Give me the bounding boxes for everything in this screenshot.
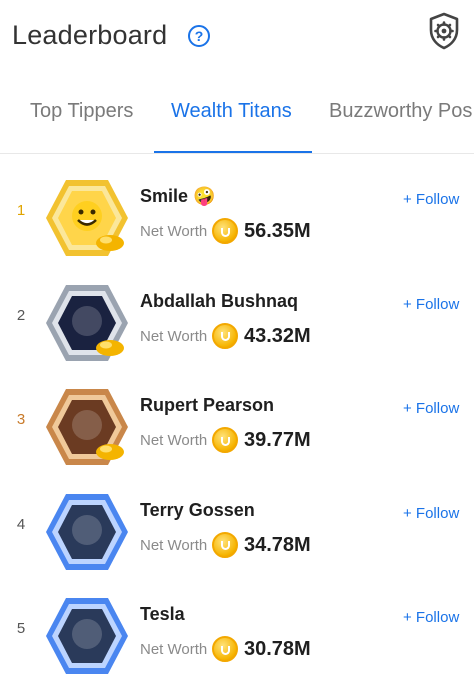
shield-gear-icon[interactable] <box>428 12 460 50</box>
leaderboard-row[interactable]: 5 Tesla Net Worth 30.78M + Follow <box>0 573 474 677</box>
net-worth-label: Net Worth <box>140 432 208 449</box>
follow-button[interactable]: + Follow <box>403 505 459 522</box>
net-worth-value: 34.78M <box>244 533 311 556</box>
leaderboard-row[interactable]: 3 Rupert Pearson Net Worth 39.77M + Foll… <box>0 364 474 468</box>
tab-buzzworthy-posts[interactable]: Buzzworthy Pos <box>329 100 472 123</box>
net-worth-value: 43.32M <box>244 324 311 347</box>
leaderboard-row[interactable]: 4 Terry Gossen Net Worth 34.78M + Follow <box>0 469 474 573</box>
question-circle-icon[interactable]: ? <box>188 25 210 47</box>
avatar[interactable] <box>44 595 130 677</box>
user-name[interactable]: Tesla <box>140 604 185 625</box>
avatar[interactable] <box>44 282 130 364</box>
coin-icon <box>212 218 238 244</box>
net-worth-value: 39.77M <box>244 429 311 451</box>
net-worth-label: Net Worth <box>140 223 208 240</box>
rank-number: 5 <box>16 620 26 637</box>
avatar[interactable] <box>44 386 130 468</box>
coin-icon <box>212 636 238 662</box>
coin-icon <box>212 531 238 558</box>
leaderboard-row[interactable]: 2 Abdallah Bushnaq Net Worth 43.32M + Fo… <box>0 260 474 364</box>
page-title: Leaderboard <box>12 20 168 50</box>
follow-button[interactable]: + Follow <box>403 609 459 626</box>
tab-bar: Top Tippers Wealth Titans Buzzworthy Pos <box>0 78 474 154</box>
user-name[interactable]: Smile 🤪 <box>140 186 215 207</box>
net-worth-value: 56.35M <box>244 220 311 242</box>
avatar[interactable] <box>44 491 130 573</box>
coin-icon <box>212 427 238 453</box>
net-worth-label: Net Worth <box>140 327 208 345</box>
active-tab-indicator <box>154 151 312 153</box>
rank-number: 4 <box>16 515 26 533</box>
leaderboard-row[interactable]: 1 Smile 🤪 Net Worth 56.35M + Follow <box>0 155 474 259</box>
rank-number: 2 <box>16 306 26 324</box>
app-header: Leaderboard ? <box>0 0 474 78</box>
tab-wealth-titans[interactable]: Wealth Titans <box>171 100 292 123</box>
follow-button[interactable]: + Follow <box>403 296 459 313</box>
follow-button[interactable]: + Follow <box>403 191 459 208</box>
tab-top-tippers[interactable]: Top Tippers <box>30 100 133 123</box>
user-name[interactable]: Rupert Pearson <box>140 395 274 416</box>
net-worth-label: Net Worth <box>140 536 208 554</box>
coin-icon <box>212 322 238 349</box>
user-name[interactable]: Terry Gossen <box>140 500 255 521</box>
user-name[interactable]: Abdallah Bushnaq <box>140 291 298 312</box>
net-worth-label: Net Worth <box>140 641 208 658</box>
rank-number: 1 <box>16 202 26 219</box>
follow-button[interactable]: + Follow <box>403 400 459 417</box>
net-worth-value: 30.78M <box>244 638 311 660</box>
avatar[interactable] <box>44 177 130 259</box>
rank-number: 3 <box>16 411 26 428</box>
